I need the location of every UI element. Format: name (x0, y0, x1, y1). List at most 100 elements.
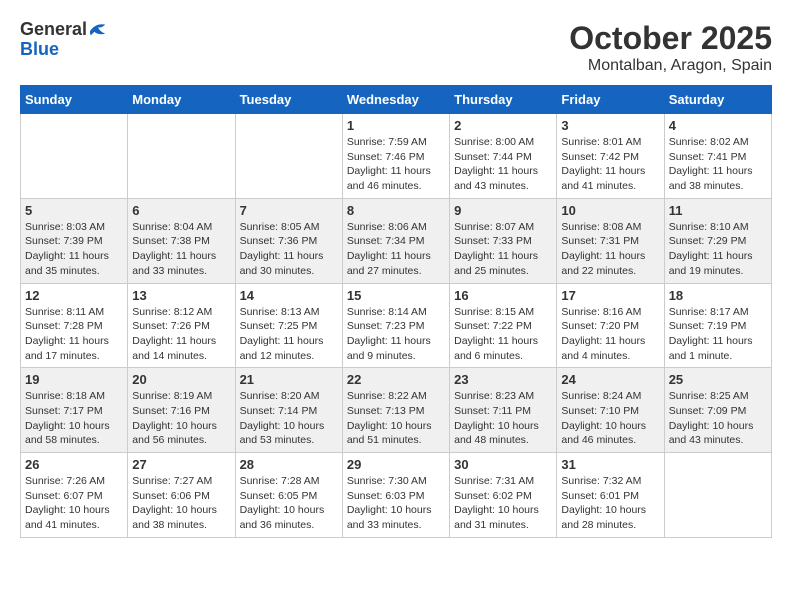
calendar-cell: 17Sunrise: 8:16 AM Sunset: 7:20 PM Dayli… (557, 283, 664, 368)
day-info: Sunrise: 8:22 AM Sunset: 7:13 PM Dayligh… (347, 389, 445, 448)
day-info: Sunrise: 8:15 AM Sunset: 7:22 PM Dayligh… (454, 305, 552, 364)
day-info: Sunrise: 8:19 AM Sunset: 7:16 PM Dayligh… (132, 389, 230, 448)
calendar-cell: 13 Sunrise: 8:12 AM Sunset: 7:26 PM Dayli… (128, 283, 235, 368)
day-number: 7 (240, 203, 338, 218)
day-number: 1 (347, 118, 445, 133)
weekday-header-row: SundayMondayTuesdayWednesdayThursdayFrid… (21, 86, 772, 114)
day-number: 6 (132, 203, 230, 218)
logo-blue: Blue (20, 39, 59, 59)
calendar-cell: 11 Sunrise: 8:10 AM Sunset: 7:29 PM Dayli… (664, 198, 771, 283)
day-info: Sunrise: 8:10 AM Sunset: 7:29 PM Dayligh… (669, 220, 767, 279)
calendar-cell: 5 Sunrise: 8:03 AM Sunset: 7:39 PM Daylig… (21, 198, 128, 283)
calendar-week-row: 5 Sunrise: 8:03 AM Sunset: 7:39 PM Daylig… (21, 198, 772, 283)
calendar-cell: 30 Sunrise: 7:31 AM Sunset: 6:02 PM Dayli… (450, 453, 557, 538)
day-number: 23 (454, 372, 552, 387)
calendar-cell (664, 453, 771, 538)
calendar-cell: 10 Sunrise: 8:08 AM Sunset: 7:31 PM Dayli… (557, 198, 664, 283)
weekday-header-friday: Friday (557, 86, 664, 114)
calendar-cell: 25 Sunrise: 8:25 AM Sunset: 7:09 PM Dayli… (664, 368, 771, 453)
day-number: 28 (240, 457, 338, 472)
day-info: Sunrise: 8:08 AM Sunset: 7:31 PM Dayligh… (561, 220, 659, 279)
calendar-cell: 16Sunrise: 8:15 AM Sunset: 7:22 PM Dayli… (450, 283, 557, 368)
calendar-week-row: 26 Sunrise: 7:26 AM Sunset: 6:07 PM Dayli… (21, 453, 772, 538)
day-info: Sunrise: 8:25 AM Sunset: 7:09 PM Dayligh… (669, 389, 767, 448)
calendar-table: SundayMondayTuesdayWednesdayThursdayFrid… (20, 85, 772, 538)
calendar-cell: 20Sunrise: 8:19 AM Sunset: 7:16 PM Dayli… (128, 368, 235, 453)
location-title: Montalban, Aragon, Spain (569, 57, 772, 75)
calendar-cell: 4 Sunrise: 8:02 AM Sunset: 7:41 PM Daylig… (664, 114, 771, 199)
calendar-cell: 1 Sunrise: 7:59 AM Sunset: 7:46 PM Daylig… (342, 114, 449, 199)
day-number: 19 (25, 372, 123, 387)
calendar-cell: 12 Sunrise: 8:11 AM Sunset: 7:28 PM Dayli… (21, 283, 128, 368)
day-number: 13 (132, 288, 230, 303)
logo-bird-icon (89, 21, 107, 39)
day-number: 9 (454, 203, 552, 218)
calendar-cell: 22Sunrise: 8:22 AM Sunset: 7:13 PM Dayli… (342, 368, 449, 453)
calendar-cell: 15 Sunrise: 8:14 AM Sunset: 7:23 PM Dayli… (342, 283, 449, 368)
day-number: 18 (669, 288, 767, 303)
calendar-cell: 3 Sunrise: 8:01 AM Sunset: 7:42 PM Daylig… (557, 114, 664, 199)
day-number: 30 (454, 457, 552, 472)
day-info: Sunrise: 8:12 AM Sunset: 7:26 PM Dayligh… (132, 305, 230, 364)
day-number: 4 (669, 118, 767, 133)
day-number: 14 (240, 288, 338, 303)
calendar-cell: 14 Sunrise: 8:13 AM Sunset: 7:25 PM Dayli… (235, 283, 342, 368)
calendar-cell: 28 Sunrise: 7:28 AM Sunset: 6:05 PM Dayli… (235, 453, 342, 538)
day-number: 15 (347, 288, 445, 303)
day-info: Sunrise: 7:32 AM Sunset: 6:01 PM Dayligh… (561, 474, 659, 533)
day-number: 24 (561, 372, 659, 387)
day-info: Sunrise: 8:00 AM Sunset: 7:44 PM Dayligh… (454, 135, 552, 194)
calendar-week-row: 1 Sunrise: 7:59 AM Sunset: 7:46 PM Daylig… (21, 114, 772, 199)
calendar-cell: 9Sunrise: 8:07 AM Sunset: 7:33 PM Daylig… (450, 198, 557, 283)
weekday-header-thursday: Thursday (450, 86, 557, 114)
day-info: Sunrise: 8:03 AM Sunset: 7:39 PM Dayligh… (25, 220, 123, 279)
day-info: Sunrise: 7:31 AM Sunset: 6:02 PM Dayligh… (454, 474, 552, 533)
weekday-header-wednesday: Wednesday (342, 86, 449, 114)
day-number: 17 (561, 288, 659, 303)
day-number: 27 (132, 457, 230, 472)
day-info: Sunrise: 8:02 AM Sunset: 7:41 PM Dayligh… (669, 135, 767, 194)
day-info: Sunrise: 8:13 AM Sunset: 7:25 PM Dayligh… (240, 305, 338, 364)
day-info: Sunrise: 8:04 AM Sunset: 7:38 PM Dayligh… (132, 220, 230, 279)
day-info: Sunrise: 7:28 AM Sunset: 6:05 PM Dayligh… (240, 474, 338, 533)
calendar-cell: 19 Sunrise: 8:18 AM Sunset: 7:17 PM Dayli… (21, 368, 128, 453)
day-info: Sunrise: 8:01 AM Sunset: 7:42 PM Dayligh… (561, 135, 659, 194)
day-number: 3 (561, 118, 659, 133)
day-info: Sunrise: 8:14 AM Sunset: 7:23 PM Dayligh… (347, 305, 445, 364)
logo: General Blue (20, 20, 107, 60)
logo-text: General Blue (20, 20, 107, 60)
page-header: General Blue October 2025 Montalban, Ara… (20, 20, 772, 75)
calendar-cell (235, 114, 342, 199)
calendar-cell: 23 Sunrise: 8:23 AM Sunset: 7:11 PM Dayli… (450, 368, 557, 453)
day-info: Sunrise: 7:59 AM Sunset: 7:46 PM Dayligh… (347, 135, 445, 194)
day-number: 31 (561, 457, 659, 472)
day-number: 21 (240, 372, 338, 387)
calendar-week-row: 19 Sunrise: 8:18 AM Sunset: 7:17 PM Dayli… (21, 368, 772, 453)
day-number: 11 (669, 203, 767, 218)
day-number: 8 (347, 203, 445, 218)
logo-general: General (20, 20, 87, 40)
calendar-cell: 24Sunrise: 8:24 AM Sunset: 7:10 PM Dayli… (557, 368, 664, 453)
calendar-cell: 18 Sunrise: 8:17 AM Sunset: 7:19 PM Dayli… (664, 283, 771, 368)
day-info: Sunrise: 8:06 AM Sunset: 7:34 PM Dayligh… (347, 220, 445, 279)
calendar-cell (21, 114, 128, 199)
weekday-header-saturday: Saturday (664, 86, 771, 114)
day-info: Sunrise: 8:18 AM Sunset: 7:17 PM Dayligh… (25, 389, 123, 448)
weekday-header-tuesday: Tuesday (235, 86, 342, 114)
calendar-cell: 21 Sunrise: 8:20 AM Sunset: 7:14 PM Dayli… (235, 368, 342, 453)
day-number: 26 (25, 457, 123, 472)
day-number: 5 (25, 203, 123, 218)
day-info: Sunrise: 8:20 AM Sunset: 7:14 PM Dayligh… (240, 389, 338, 448)
day-info: Sunrise: 8:17 AM Sunset: 7:19 PM Dayligh… (669, 305, 767, 364)
weekday-header-monday: Monday (128, 86, 235, 114)
day-info: Sunrise: 7:26 AM Sunset: 6:07 PM Dayligh… (25, 474, 123, 533)
calendar-week-row: 12 Sunrise: 8:11 AM Sunset: 7:28 PM Dayli… (21, 283, 772, 368)
day-info: Sunrise: 8:11 AM Sunset: 7:28 PM Dayligh… (25, 305, 123, 364)
day-number: 25 (669, 372, 767, 387)
day-number: 10 (561, 203, 659, 218)
calendar-cell: 7Sunrise: 8:05 AM Sunset: 7:36 PM Daylig… (235, 198, 342, 283)
day-info: Sunrise: 8:23 AM Sunset: 7:11 PM Dayligh… (454, 389, 552, 448)
day-number: 12 (25, 288, 123, 303)
calendar-cell: 29Sunrise: 7:30 AM Sunset: 6:03 PM Dayli… (342, 453, 449, 538)
calendar-cell: 26 Sunrise: 7:26 AM Sunset: 6:07 PM Dayli… (21, 453, 128, 538)
